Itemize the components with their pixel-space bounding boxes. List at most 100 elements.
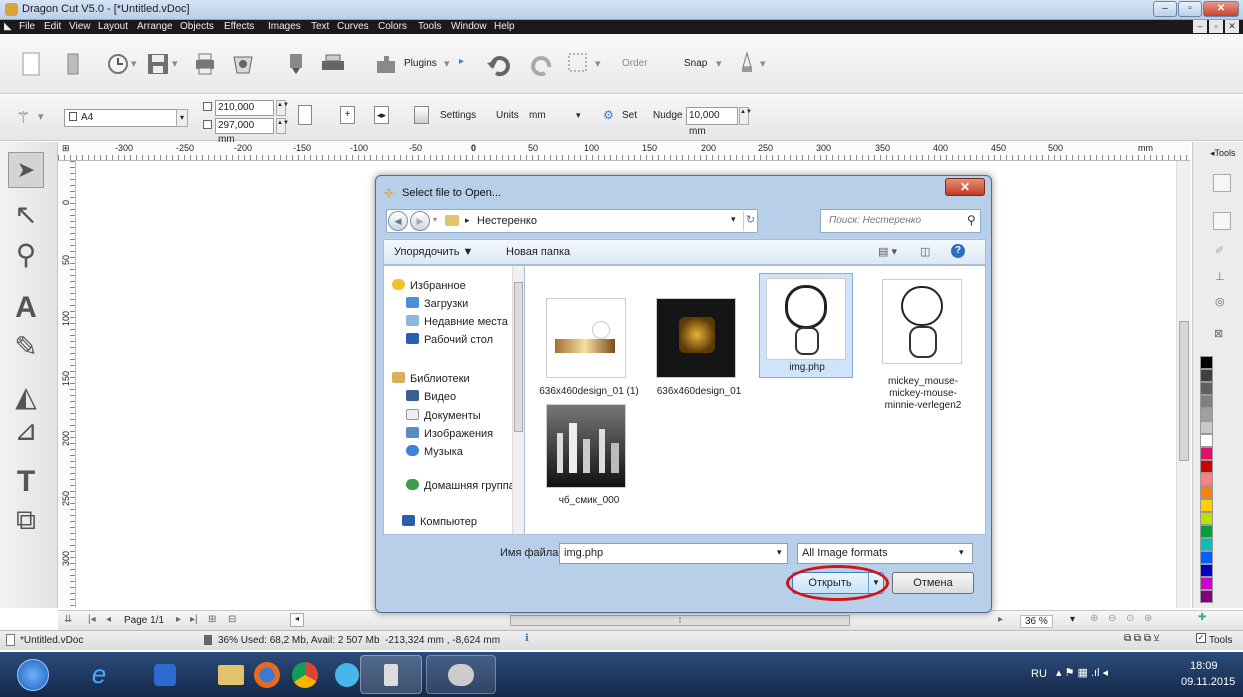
palette-swatch[interactable] (1200, 551, 1213, 564)
file-item-selected[interactable]: img.php (759, 273, 853, 378)
dock-slot-icon[interactable] (1213, 212, 1231, 230)
nav-scrollbar[interactable] (512, 266, 524, 534)
search-icon[interactable]: ⚲ (967, 213, 976, 227)
transform-dropdown-icon[interactable]: ▾ (38, 110, 44, 123)
menu-file[interactable]: File (19, 21, 35, 32)
knife-icon[interactable] (734, 51, 760, 77)
search-input[interactable]: Поиск: Нестеренко (820, 209, 981, 233)
file-item[interactable]: 636x460design_01 (1) (539, 279, 642, 417)
file-type-select[interactable]: All Image formats (797, 543, 973, 564)
file-item[interactable]: mickey_mouse-mickey-mouse-minnie-verlege… (868, 279, 978, 417)
nav-music[interactable]: Музыка (406, 445, 463, 458)
save-icon[interactable] (145, 51, 171, 77)
palette-swatch[interactable] (1200, 499, 1213, 512)
menu-tools[interactable]: Tools (418, 21, 441, 32)
page-size-select[interactable]: A4 (64, 109, 188, 127)
mdi-close-button[interactable]: ✕ (1225, 20, 1239, 33)
palette-swatch[interactable] (1200, 460, 1213, 473)
plugins-dropdown-icon[interactable]: ▾ (444, 57, 450, 70)
align-icon[interactable]: ⊥ (1215, 270, 1225, 283)
address-bar[interactable]: ◀ ▶ ▾ ▸ Нестеренко ▾ ↻ (386, 209, 758, 233)
history-dropdown-icon[interactable]: ▾ (433, 215, 437, 224)
settings-button[interactable]: Settings (440, 110, 476, 121)
palette-swatch[interactable] (1200, 408, 1213, 421)
cutter-send-icon[interactable] (283, 51, 309, 77)
last-page-button[interactable]: ▸| (190, 614, 198, 625)
page-height-input[interactable]: 297,000 mm (215, 118, 274, 145)
zoom-tool-icon[interactable]: ⚲ (8, 236, 44, 272)
menu-layout[interactable]: Layout (98, 21, 128, 32)
no-fill-icon[interactable]: ⊠ (1214, 327, 1223, 340)
frame-text-tool-icon[interactable]: T (8, 464, 44, 500)
menu-window[interactable]: Window (451, 21, 487, 32)
next-page-button[interactable]: ▸ (176, 614, 181, 625)
dragon-cut-task[interactable] (360, 655, 422, 694)
horizontal-scrollbar-thumb[interactable]: ⁞ (510, 615, 850, 626)
preview-pane-icon[interactable]: ◫ (920, 245, 930, 258)
fit-page-icon[interactable]: ◂▸ (374, 106, 389, 124)
menu-edit[interactable]: Edit (44, 21, 61, 32)
palette-swatch[interactable] (1200, 447, 1213, 460)
shape-tool-icon[interactable]: ◭ (8, 378, 44, 414)
ruler-corner-icon[interactable]: ⊞ (62, 143, 70, 154)
filename-dropdown-icon[interactable]: ▾ (777, 547, 782, 558)
palette-swatch[interactable] (1200, 369, 1213, 382)
zoom-dropdown-icon[interactable]: ▾ (1070, 614, 1075, 625)
start-button[interactable] (4, 655, 62, 694)
menu-help[interactable]: Help (494, 21, 515, 32)
fill-tool-icon[interactable]: ⊿ (8, 412, 44, 448)
nav-computer[interactable]: Компьютер (402, 515, 477, 528)
nudge-input[interactable]: 10,000 mm (686, 107, 738, 137)
select-dropdown-icon[interactable]: ▾ (595, 57, 601, 70)
palette-swatch[interactable] (1200, 434, 1213, 447)
palette-swatch[interactable] (1200, 395, 1213, 408)
zoom-page-icon[interactable]: ⊛ (1144, 613, 1152, 624)
breadcrumb-folder[interactable]: Нестеренко (477, 215, 537, 227)
maximize-button[interactable]: ▫ (1178, 1, 1202, 17)
zoom-in-icon[interactable]: ⊕ (1090, 613, 1098, 624)
snap-dropdown-icon[interactable]: ▾ (716, 57, 722, 70)
internet-explorer-icon[interactable]: e (70, 655, 128, 694)
nav-recent-places[interactable]: Недавние места (406, 315, 508, 328)
palette-swatch[interactable] (1200, 538, 1213, 551)
units-dropdown-icon[interactable]: ▾ (576, 110, 581, 121)
back-button[interactable]: ◀ (388, 211, 408, 231)
plotter-icon[interactable] (320, 51, 346, 77)
palette-swatch[interactable] (1200, 382, 1213, 395)
order-button[interactable]: Order (622, 58, 648, 69)
window-mode-icon[interactable]: ⧉ ⧉ ⧉ ⊻ (1124, 633, 1159, 644)
filename-input[interactable]: img.php (559, 543, 788, 564)
palette-swatch[interactable] (1200, 473, 1213, 486)
nav-favorites[interactable]: Избранное (392, 279, 466, 292)
pointer-tool-icon[interactable]: ➤ (8, 152, 44, 188)
help-icon[interactable]: ? (951, 244, 965, 258)
dock-slot-icon[interactable] (1213, 174, 1231, 192)
info-icon[interactable]: ℹ (525, 633, 529, 644)
menu-app-icon[interactable]: ◣ (4, 21, 12, 32)
zoom-fit-icon[interactable]: ⊙ (1126, 613, 1134, 624)
media-player-icon[interactable] (136, 655, 194, 694)
menu-curves[interactable]: Curves (337, 21, 369, 32)
height-spinner[interactable]: ▲▼ (276, 118, 289, 134)
units-select[interactable]: mm (529, 110, 546, 121)
palette-swatch[interactable] (1200, 590, 1213, 603)
tray-icons[interactable]: ▴ ⚑ ▦ .ıl ◂ (1056, 666, 1108, 679)
cut-mark-icon[interactable] (60, 51, 86, 77)
transform-icon[interactable]: ⚚ (16, 108, 30, 128)
menu-colors[interactable]: Colors (378, 21, 407, 32)
timer-dropdown-icon[interactable]: ▾ (131, 57, 137, 70)
close-button[interactable]: ✕ (1203, 1, 1239, 17)
add-page-icon[interactable]: + (340, 106, 355, 124)
zoom-out-icon[interactable]: ⊖ (1108, 613, 1116, 624)
refresh-icon[interactable]: ↻ (743, 211, 757, 231)
redo-icon[interactable] (529, 51, 555, 77)
weld-tool-icon[interactable]: ⧉ (8, 502, 44, 538)
menu-text[interactable]: Text (311, 21, 329, 32)
palette-swatch[interactable] (1200, 421, 1213, 434)
nav-libraries[interactable]: Библиотеки (392, 372, 470, 385)
hscroll-left-button[interactable]: ◂ (290, 613, 304, 627)
paint-task[interactable] (426, 655, 496, 694)
undo-icon[interactable] (486, 51, 512, 77)
settings-icon[interactable] (414, 106, 429, 124)
set-button[interactable]: Set (622, 110, 637, 121)
